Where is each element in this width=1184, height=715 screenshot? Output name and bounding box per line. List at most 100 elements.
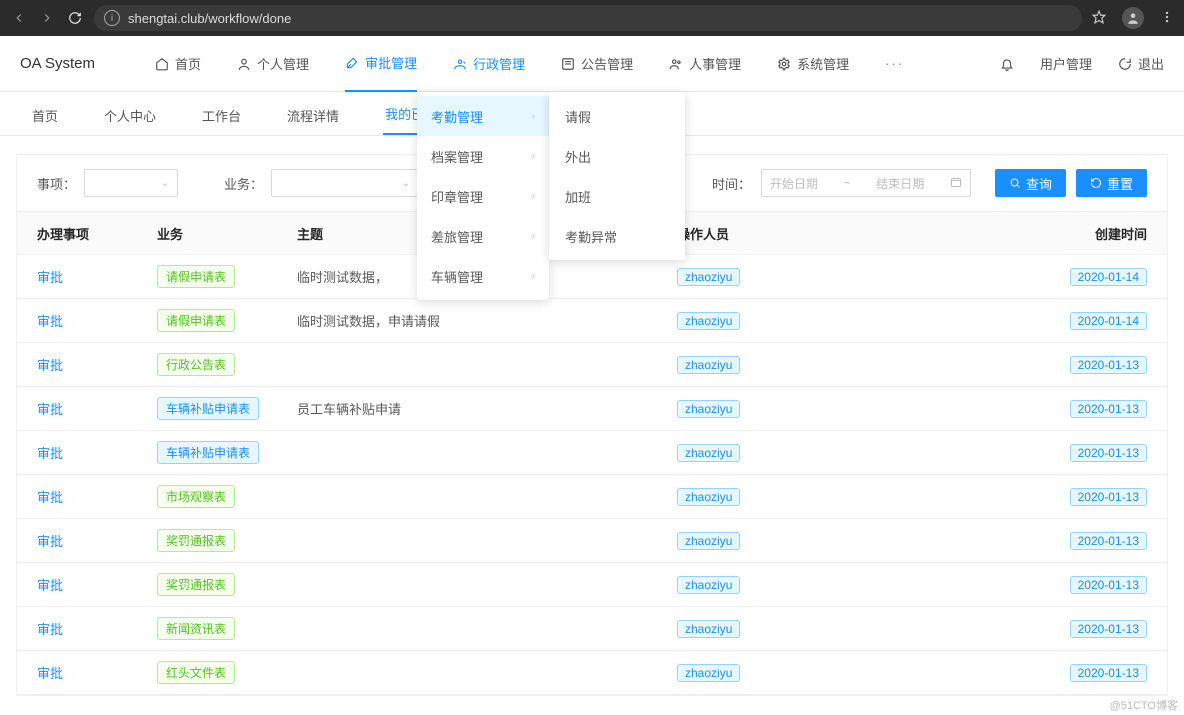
biz-tag: 请假申请表 <box>157 309 235 332</box>
chevron-right-icon: › <box>532 151 535 162</box>
logout-link[interactable]: 退出 <box>1118 54 1164 73</box>
reset-button[interactable]: 重置 <box>1076 169 1147 197</box>
user-tag: zhaoziyu <box>677 576 740 594</box>
action-link[interactable]: 审批 <box>37 399 157 418</box>
nav-hr[interactable]: 人事管理 <box>669 36 741 92</box>
biz-tag: 市场观察表 <box>157 485 235 508</box>
dropdown-item-vehicle[interactable]: 车辆管理 › <box>417 256 549 296</box>
query-button[interactable]: 查询 <box>995 169 1066 197</box>
action-link[interactable]: 审批 <box>37 487 157 506</box>
biz-tag: 车辆补贴申请表 <box>157 441 259 464</box>
url-text: shengtai.club/workflow/done <box>128 11 291 26</box>
time-label: 时间： <box>712 174 751 193</box>
nav-approval-label: 审批管理 <box>365 53 417 72</box>
back-icon[interactable] <box>10 9 28 27</box>
table-row: 审批新闻资讯表zhaoziyu2020-01-13 <box>17 607 1167 651</box>
biz-tag: 车辆补贴申请表 <box>157 397 259 420</box>
end-date-placeholder: 结束日期 <box>876 175 924 192</box>
action-link[interactable]: 审批 <box>37 663 157 682</box>
biz-tag: 奖罚通报表 <box>157 529 235 552</box>
site-info-icon[interactable]: i <box>104 10 120 26</box>
logout-label: 退出 <box>1138 54 1164 73</box>
user-tag: zhaoziyu <box>677 356 740 374</box>
tab-personal[interactable]: 个人中心 <box>102 106 158 135</box>
date-tag: 2020-01-13 <box>1070 620 1147 638</box>
table-row: 审批红头文件表 zhaoziyu 2020-01-13 <box>17 651 1167 695</box>
brand-title: OA System <box>20 55 95 72</box>
action-link[interactable]: 审批 <box>37 575 157 594</box>
action-link[interactable]: 审批 <box>37 267 157 286</box>
profile-avatar-icon[interactable] <box>1122 7 1144 29</box>
tab-home[interactable]: 首页 <box>30 106 60 135</box>
submenu-exception[interactable]: 考勤异常 <box>549 216 685 256</box>
bell-icon[interactable] <box>1000 57 1014 71</box>
table-row: 审批奖罚通报表zhaoziyu2020-01-13 <box>17 519 1167 563</box>
nav-home[interactable]: 首页 <box>155 36 201 92</box>
nav-personal-label: 个人管理 <box>257 54 309 73</box>
submenu-leave[interactable]: 请假 <box>549 96 685 136</box>
date-range-picker[interactable]: 开始日期 ~ 结束日期 <box>761 169 971 197</box>
action-link[interactable]: 审批 <box>37 355 157 374</box>
user-mgmt-link[interactable]: 用户管理 <box>1040 54 1092 73</box>
action-link[interactable]: 审批 <box>37 443 157 462</box>
biz-tag: 红头文件表 <box>157 661 235 684</box>
browser-menu-icon[interactable] <box>1160 10 1174 27</box>
start-date-placeholder: 开始日期 <box>770 175 818 192</box>
address-bar[interactable]: i shengtai.club/workflow/done <box>94 5 1082 31</box>
subject-cell: 临时测试数据，申请请假 <box>297 311 677 330</box>
action-link[interactable]: 审批 <box>37 531 157 550</box>
dropdown-item-travel[interactable]: 差旅管理 › <box>417 216 549 256</box>
user-tag: zhaoziyu <box>677 312 740 330</box>
reset-icon <box>1090 177 1102 189</box>
reload-icon[interactable] <box>66 9 84 27</box>
action-link[interactable]: 审批 <box>37 311 157 330</box>
col-business: 业务 <box>157 224 297 243</box>
nav-admin-label: 行政管理 <box>473 54 525 73</box>
submenu-outgoing[interactable]: 外出 <box>549 136 685 176</box>
date-tag: 2020-01-13 <box>1070 488 1147 506</box>
nav-hr-label: 人事管理 <box>689 54 741 73</box>
tab-workbench[interactable]: 工作台 <box>200 106 243 135</box>
biz-tag: 行政公告表 <box>157 353 235 376</box>
bookmark-star-icon[interactable] <box>1092 10 1106 27</box>
user-tag: zhaoziyu <box>677 444 740 462</box>
table-row: 审批车辆补贴申请表zhaoziyu2020-01-13 <box>17 431 1167 475</box>
business-select[interactable]: ⌄ <box>271 169 419 197</box>
dropdown-item-archive[interactable]: 档案管理 › <box>417 136 549 176</box>
submenu-overtime[interactable]: 加班 <box>549 176 685 216</box>
app-header: OA System 首页 个人管理 审批管理 行政管理 公告管理 人事管理 系统… <box>0 36 1184 92</box>
tab-flowdetail[interactable]: 流程详情 <box>285 106 341 135</box>
chevron-right-icon: › <box>532 271 535 282</box>
nav-notice[interactable]: 公告管理 <box>561 36 633 92</box>
browser-toolbar: i shengtai.club/workflow/done <box>0 0 1184 36</box>
chevron-right-icon: › <box>532 231 535 242</box>
date-tag: 2020-01-13 <box>1070 532 1147 550</box>
col-operator: 操作人员 <box>677 224 977 243</box>
col-action: 办理事项 <box>37 224 157 243</box>
user-tag: zhaoziyu <box>677 620 740 638</box>
nav-admin[interactable]: 行政管理 <box>453 36 525 92</box>
forward-icon[interactable] <box>38 9 56 27</box>
action-link[interactable]: 审批 <box>37 619 157 638</box>
dropdown-label: 档案管理 <box>431 147 483 166</box>
date-tag: 2020-01-13 <box>1070 664 1147 682</box>
subject-cell: 员工车辆补贴申请 <box>297 399 677 418</box>
nav-approval[interactable]: 审批管理 <box>345 36 417 92</box>
business-label: 业务： <box>224 174 263 193</box>
nav-system[interactable]: 系统管理 <box>777 36 849 92</box>
matter-select[interactable]: ⌄ <box>84 169 178 197</box>
dropdown-item-attendance[interactable]: 考勤管理 › <box>417 96 549 136</box>
nav-more[interactable]: ··· <box>885 56 904 71</box>
nav-personal[interactable]: 个人管理 <box>237 36 309 92</box>
dropdown-item-seal[interactable]: 印章管理 › <box>417 176 549 216</box>
user-tag: zhaoziyu <box>677 664 740 682</box>
biz-tag: 奖罚通报表 <box>157 573 235 596</box>
date-tag: 2020-01-14 <box>1070 268 1147 286</box>
date-tag: 2020-01-13 <box>1070 356 1147 374</box>
user-mgmt-label: 用户管理 <box>1040 54 1092 73</box>
reset-label: 重置 <box>1107 174 1133 193</box>
admin-dropdown: 考勤管理 › 档案管理 › 印章管理 › 差旅管理 › 车辆管理 › <box>417 92 549 300</box>
tilde: ~ <box>844 176 851 190</box>
table-row: 审批请假申请表临时测试数据，zhaoziyu2020-01-14 <box>17 255 1167 299</box>
date-tag: 2020-01-13 <box>1070 576 1147 594</box>
